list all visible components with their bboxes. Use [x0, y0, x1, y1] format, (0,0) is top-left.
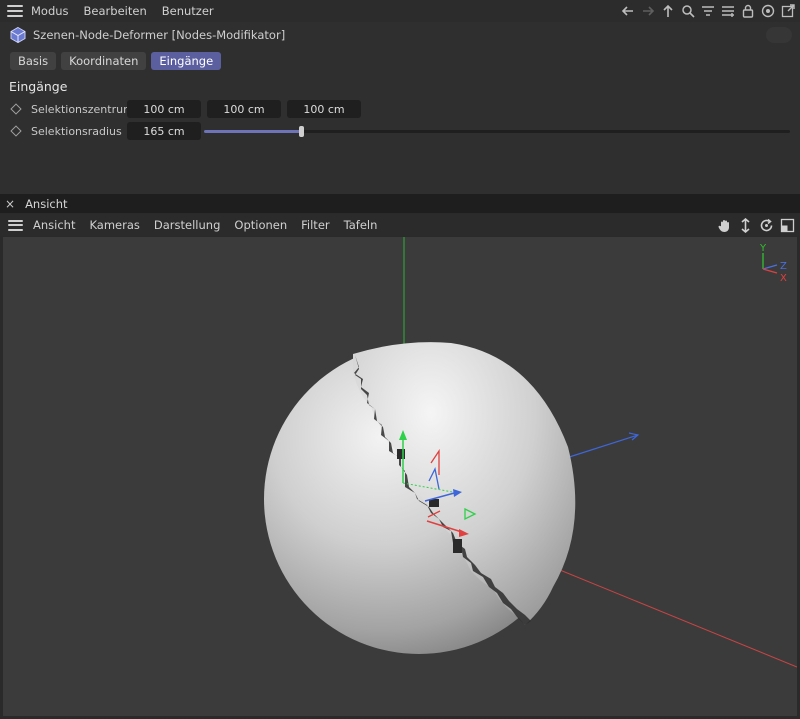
lock-icon[interactable] [739, 2, 756, 19]
object-lock-toggle[interactable] [766, 27, 792, 43]
slider-fill [204, 130, 301, 133]
selection-radius-field[interactable]: 165 cm [127, 122, 201, 140]
attribute-menubar: Modus Bearbeiten Benutzer [0, 0, 800, 22]
viewport-menu-optionen[interactable]: Optionen [234, 218, 287, 232]
keyframe-diamond-icon[interactable] [10, 125, 22, 137]
axis-label-y: Y [759, 243, 767, 254]
menu-bearbeiten[interactable]: Bearbeiten [84, 4, 147, 18]
viewport-menubar: Ansicht Kameras Darstellung Optionen Fil… [0, 214, 800, 236]
world-x-axis-line [532, 558, 797, 668]
viewport-menu-filter[interactable]: Filter [301, 218, 329, 232]
arrow-left-icon[interactable] [619, 2, 636, 19]
viewport-nav-icons [715, 216, 796, 234]
selection-center-x-field[interactable]: 100 cm [127, 100, 201, 118]
param-label-selection-center: Selektionszentrum [31, 102, 134, 116]
viewport-menu-kameras[interactable]: Kameras [89, 218, 139, 232]
keyframe-diamond-icon[interactable] [10, 103, 22, 115]
viewport-menu-darstellung[interactable]: Darstellung [154, 218, 220, 232]
hand-icon[interactable] [715, 216, 733, 234]
arrow-right-icon[interactable] [639, 2, 656, 19]
param-selection-center: Selektionszentrum 100 cm 100 cm 100 cm [0, 99, 800, 119]
selection-radius-slider[interactable] [204, 126, 790, 137]
node-deformer-icon [9, 26, 27, 44]
viewport-scene: Y Z X [264, 237, 797, 668]
selection-center-y-field[interactable]: 100 cm [207, 100, 281, 118]
close-icon[interactable]: × [5, 197, 15, 211]
menu-modus[interactable]: Modus [31, 4, 69, 18]
target-icon[interactable] [759, 2, 776, 19]
tab-ansicht[interactable]: Ansicht [25, 197, 67, 211]
world-z-axis-line [562, 434, 639, 460]
move-vertical-icon[interactable] [736, 216, 754, 234]
selection-center-z-field[interactable]: 100 cm [287, 100, 361, 118]
tab-basis[interactable]: Basis [10, 52, 57, 70]
hamburger-menu-icon[interactable] [8, 219, 23, 231]
slider-handle[interactable] [298, 126, 304, 137]
attribute-manager: Modus Bearbeiten Benutzer Szenen-Node-De… [0, 0, 800, 194]
viewport-menu-tafeln[interactable]: Tafeln [344, 218, 378, 232]
object-titlebar: Szenen-Node-Deformer [Nodes-Modifikator] [0, 24, 800, 46]
hamburger-menu-icon[interactable] [7, 5, 23, 17]
tab-eingaenge[interactable]: Eingänge [151, 52, 222, 70]
3d-viewport[interactable]: Y Z X [3, 237, 797, 716]
attribute-toolbar-icons [619, 2, 796, 19]
menu-benutzer[interactable]: Benutzer [162, 4, 214, 18]
viewport-menu-ansicht[interactable]: Ansicht [33, 218, 75, 232]
maximize-icon[interactable] [778, 216, 796, 234]
filter-icon[interactable] [699, 2, 716, 19]
section-title: Eingänge [9, 79, 68, 94]
axis-label-z: Z [780, 261, 787, 272]
axis-indicator: Y Z X [759, 243, 787, 284]
axis-label-x: X [780, 273, 787, 284]
rotate-icon[interactable] [757, 216, 775, 234]
tab-koordinaten[interactable]: Koordinaten [61, 52, 147, 70]
param-selection-radius: Selektionsradius 165 cm [0, 121, 800, 141]
search-icon[interactable] [679, 2, 696, 19]
viewport-tabbar: × Ansicht [0, 194, 800, 213]
object-title: Szenen-Node-Deformer [Nodes-Modifikator] [33, 28, 286, 42]
param-label-selection-radius: Selektionsradius [31, 124, 122, 138]
add-icon[interactable] [719, 2, 736, 19]
arrow-up-icon[interactable] [659, 2, 676, 19]
attribute-tabs: Basis Koordinaten Eingänge [10, 52, 222, 70]
new-window-icon[interactable] [779, 2, 796, 19]
